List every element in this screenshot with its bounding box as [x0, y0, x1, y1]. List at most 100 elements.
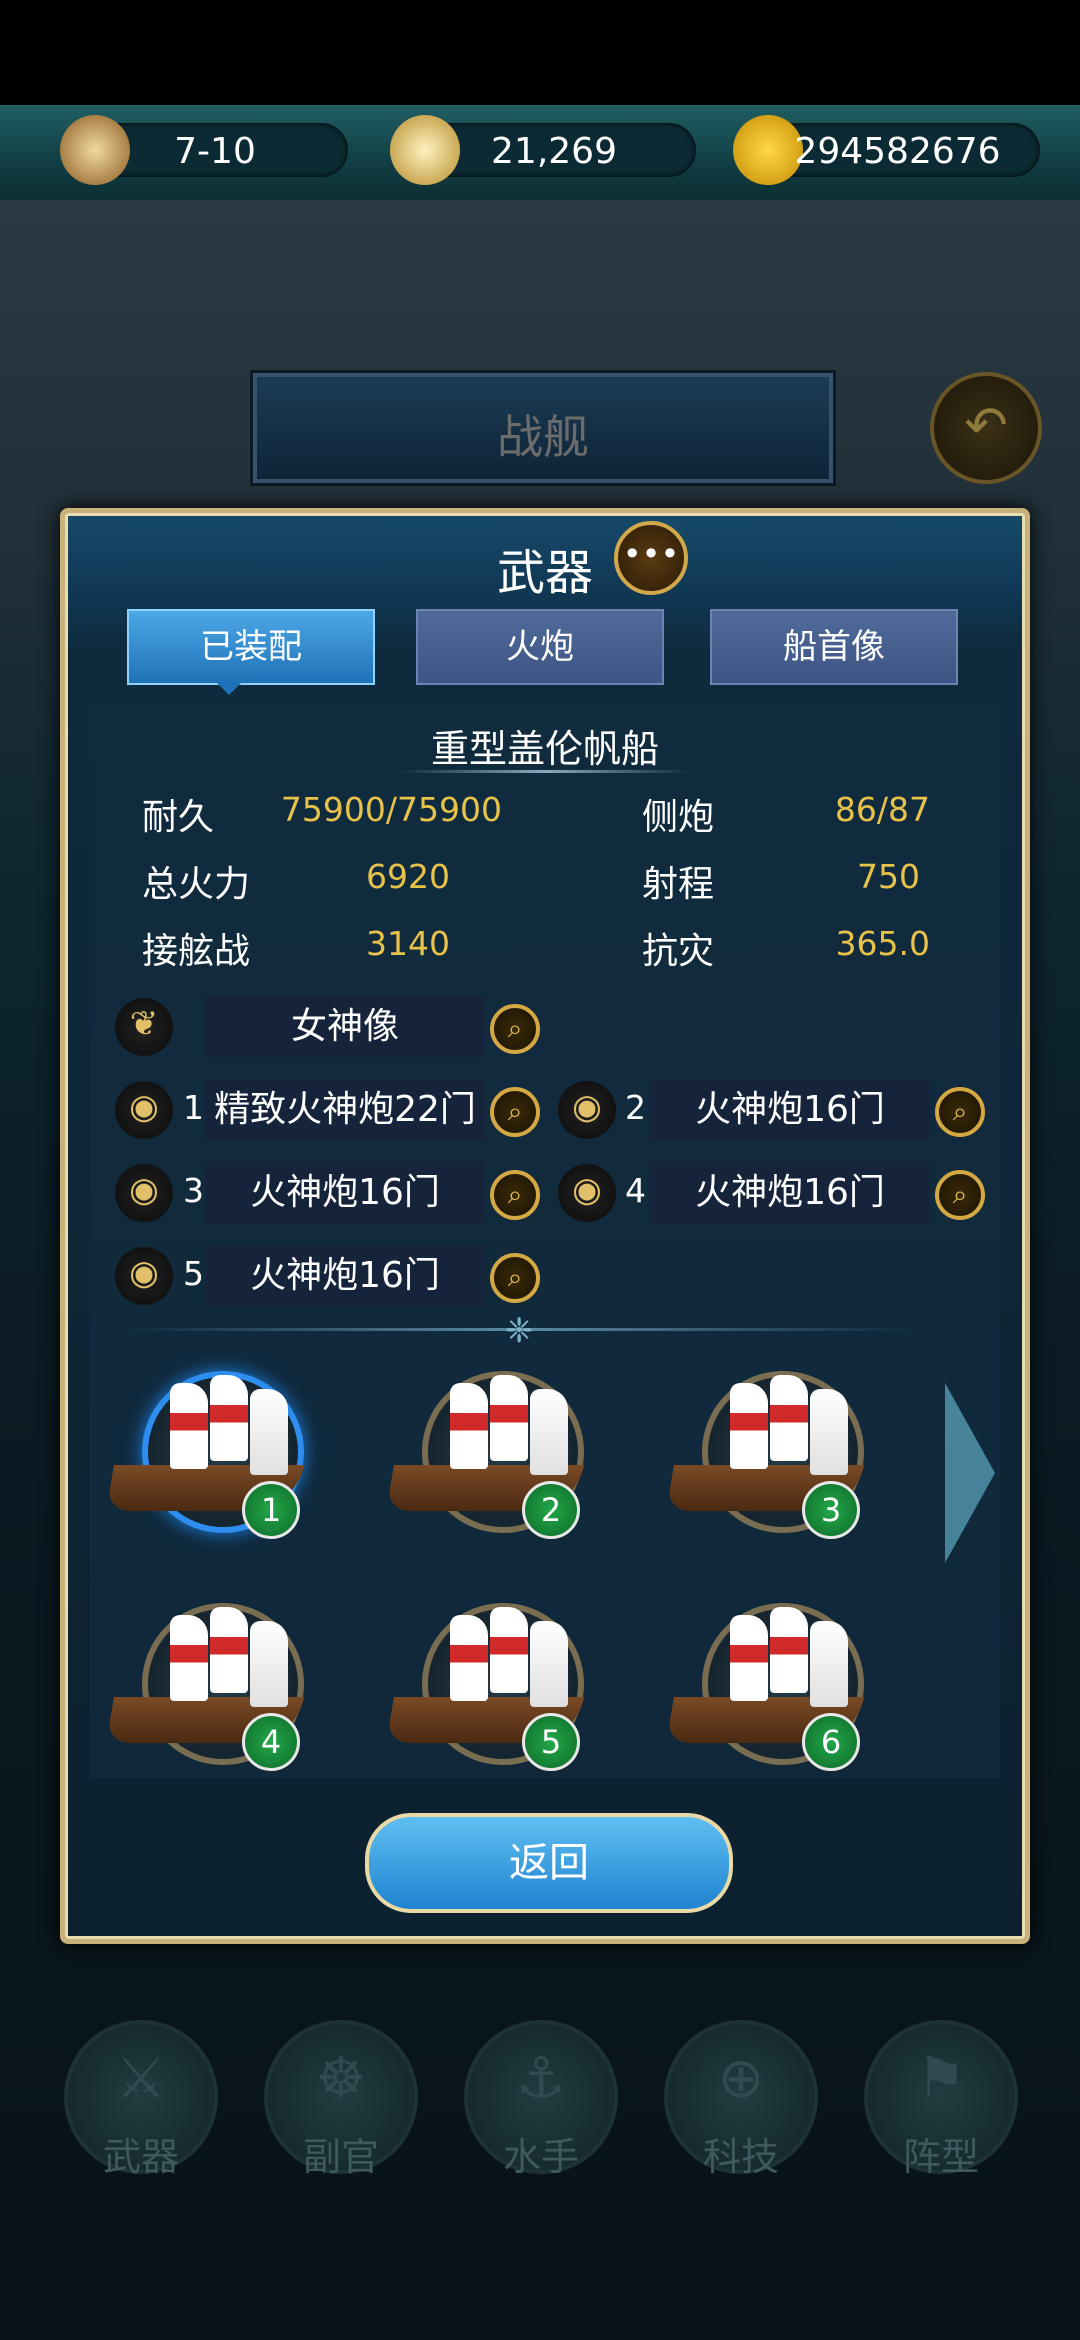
ship-sail: [730, 1615, 768, 1701]
cannon-2-magnify-icon[interactable]: ⌕: [935, 1087, 985, 1137]
title-banner: 战舰: [250, 370, 836, 486]
ship-sail: [450, 1615, 488, 1701]
ship-sail: [730, 1383, 768, 1469]
ship-sail: [810, 1621, 848, 1707]
helm-icon: ☸: [315, 2046, 367, 2111]
status-bar-area: [0, 0, 1080, 105]
cannon-icon: ◉: [115, 1247, 173, 1305]
flag-icon: ⚑: [915, 2046, 967, 2111]
stat-firepower-value: 6920: [366, 857, 450, 896]
ship-number-badge: 3: [802, 1481, 860, 1539]
figurehead-name: 女神像: [205, 996, 485, 1058]
nav-sailors[interactable]: ⚓ 水手: [464, 2020, 618, 2179]
ship-sail: [450, 1383, 488, 1469]
cannon-2-number: 2: [625, 1088, 646, 1127]
chat-dots: •••: [622, 535, 680, 573]
stat-boarding-label: 接舷战: [142, 931, 251, 972]
stat-range-label: 射程: [642, 864, 715, 905]
nav-officer[interactable]: ☸ 副官: [264, 2020, 418, 2179]
cannon-4-name: 火神炮16门: [650, 1162, 930, 1224]
bottom-nav: ⚔ 武器 ☸ 副官 ⚓ 水手 ⊕ 科技 ⚑ 阵型: [0, 2000, 1080, 2200]
panel-title: 武器: [496, 545, 593, 601]
nav-tech-label: 科技: [702, 2135, 779, 2179]
cannon-1-name: 精致火神炮22门: [205, 1079, 485, 1141]
tab-equipped[interactable]: 已装配: [127, 609, 375, 685]
ship-sail: [490, 1607, 528, 1693]
ship-number-badge: 1: [242, 1481, 300, 1539]
stat-side-cannon-value: 86/87: [834, 790, 930, 829]
ship-sail: [810, 1389, 848, 1475]
ship-slot-2[interactable]: 2: [385, 1353, 590, 1553]
cannon-1-magnify-icon[interactable]: ⌕: [490, 1087, 540, 1137]
compass-resource: 21,269: [390, 115, 696, 185]
ship-sail: [530, 1389, 568, 1475]
cannon-3-number: 3: [183, 1171, 204, 1210]
hook-icon: ⚓: [515, 2046, 567, 2111]
ship-sail: [770, 1375, 808, 1461]
ship-name: 重型盖伦帆船: [430, 727, 659, 771]
compass-value: 21,269: [491, 131, 617, 172]
nav-sailors-label: 水手: [502, 2135, 579, 2179]
ship-sail: [250, 1621, 288, 1707]
tab-pointer: [217, 683, 241, 695]
ship-number-badge: 6: [802, 1713, 860, 1771]
back-button[interactable]: ↶: [930, 372, 1042, 484]
gold-resource: 294582676: [733, 115, 1040, 185]
ship-number-badge: 5: [522, 1713, 580, 1771]
time-resource: 7-10: [60, 115, 348, 185]
chat-icon[interactable]: •••: [614, 521, 688, 595]
ship-slot-5[interactable]: 5: [385, 1585, 590, 1785]
time-value: 7-10: [174, 131, 256, 172]
cannon-2-name: 火神炮16门: [650, 1079, 930, 1141]
compass-icon: ⊕: [717, 2046, 765, 2111]
ship-sail: [210, 1607, 248, 1693]
nav-tech[interactable]: ⊕ 科技: [664, 2020, 818, 2179]
banner-title: 战舰: [497, 410, 589, 464]
stat-firepower-label: 总火力: [142, 864, 251, 905]
ship-name-underline: [400, 770, 690, 773]
resource-bar: 7-10 21,269 294582676: [0, 105, 1080, 203]
tab-cannons[interactable]: 火炮: [416, 609, 664, 685]
ship-sail: [210, 1375, 248, 1461]
stat-boarding-value: 3140: [366, 924, 450, 963]
tab-figurehead[interactable]: 船首像: [710, 609, 958, 685]
cannon-5-number: 5: [183, 1254, 204, 1293]
ship-sail: [170, 1383, 208, 1469]
next-page-arrow-icon[interactable]: [945, 1383, 995, 1563]
ship-sail: [770, 1607, 808, 1693]
cannon-5-magnify-icon[interactable]: ⌕: [490, 1253, 540, 1303]
back-arrow-icon: ↶: [964, 396, 1008, 456]
cannon-3-name: 火神炮16门: [205, 1162, 485, 1224]
nav-weapons-label: 武器: [102, 2135, 179, 2179]
return-button[interactable]: 返回: [365, 1813, 733, 1913]
cannon-icon: ◉: [558, 1164, 616, 1222]
ship-number-badge: 2: [522, 1481, 580, 1539]
ship-sail: [250, 1389, 288, 1475]
divider-ornament-icon: ❈: [505, 1311, 534, 1351]
sword-icon: ⚔: [115, 2046, 167, 2111]
ship-slot-4[interactable]: 4: [105, 1585, 310, 1785]
ship-sail: [530, 1621, 568, 1707]
figurehead-magnify-icon[interactable]: ⌕: [490, 1004, 540, 1054]
cannon-1-number: 1: [183, 1088, 204, 1127]
cannon-3-magnify-icon[interactable]: ⌕: [490, 1170, 540, 1220]
stat-durability-label: 耐久: [142, 797, 215, 838]
ship-slot-6[interactable]: 6: [665, 1585, 870, 1785]
cannon-icon: ◉: [115, 1164, 173, 1222]
nav-officer-label: 副官: [302, 2135, 379, 2179]
stat-range-value: 750: [857, 857, 920, 896]
stat-side-cannon-label: 侧炮: [642, 797, 715, 838]
nav-weapons[interactable]: ⚔ 武器: [64, 2020, 218, 2179]
weapons-panel: 武器 ••• 已装配 火炮 船首像 重型盖伦帆船 耐久 75900/75900 …: [60, 508, 1030, 1944]
nav-formation-label: 阵型: [902, 2135, 979, 2179]
nav-formation[interactable]: ⚑ 阵型: [864, 2020, 1018, 2179]
cannon-4-number: 4: [625, 1171, 646, 1210]
ship-sail: [490, 1375, 528, 1461]
stat-disaster-value: 365.0: [835, 924, 930, 963]
stat-durability-value: 75900/75900: [280, 790, 502, 829]
ship-slot-1[interactable]: 1: [105, 1353, 310, 1553]
cannon-icon: ◉: [558, 1081, 616, 1139]
cannon-4-magnify-icon[interactable]: ⌕: [935, 1170, 985, 1220]
ship-slot-3[interactable]: 3: [665, 1353, 870, 1553]
ship-sail: [170, 1615, 208, 1701]
